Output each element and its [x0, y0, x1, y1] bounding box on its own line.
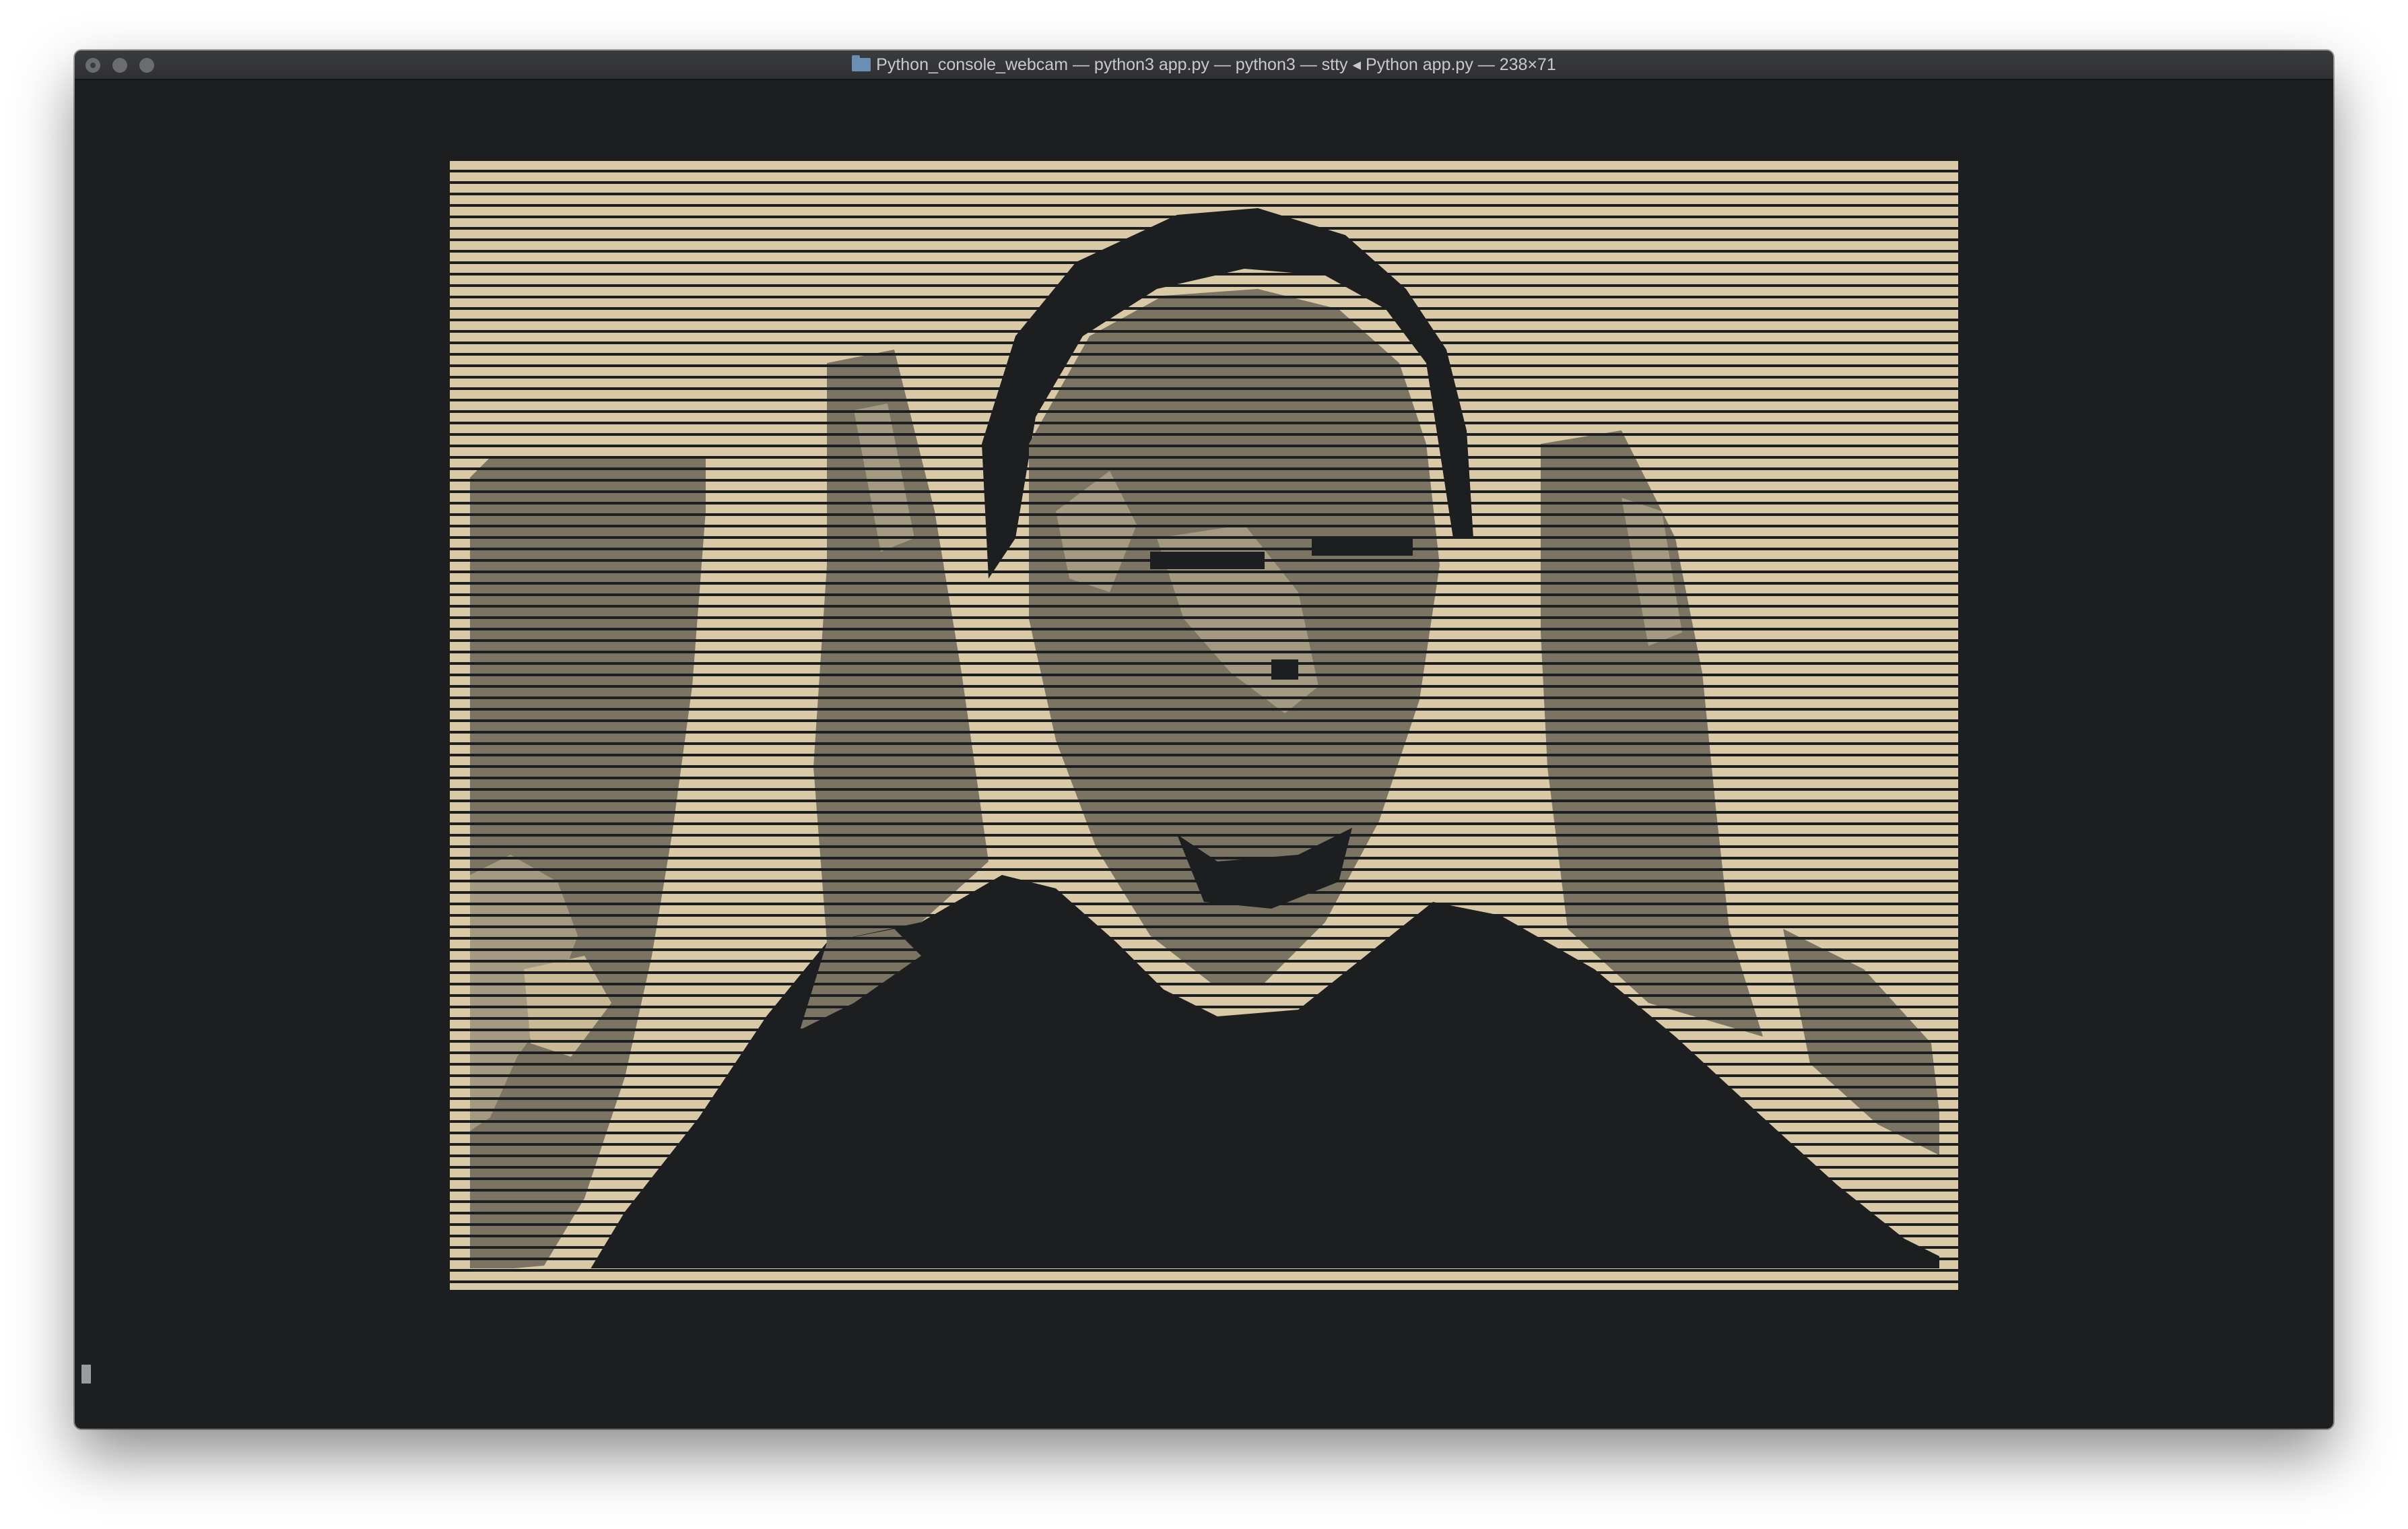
folder-icon: [852, 55, 871, 71]
terminal-window: Python_console_webcam — python3 app.py —…: [75, 51, 2333, 1429]
title-bar[interactable]: Python_console_webcam — python3 app.py —…: [75, 51, 2333, 80]
text-row-scanlines: [450, 161, 1958, 1290]
ascii-webcam-frame: [450, 161, 1958, 1290]
ascii-art-canvas: [450, 161, 1958, 1290]
window-title: Python_console_webcam — python3 app.py —…: [876, 55, 1556, 74]
block-cursor: [81, 1365, 91, 1384]
window-title-area: Python_console_webcam — python3 app.py —…: [75, 51, 2333, 79]
